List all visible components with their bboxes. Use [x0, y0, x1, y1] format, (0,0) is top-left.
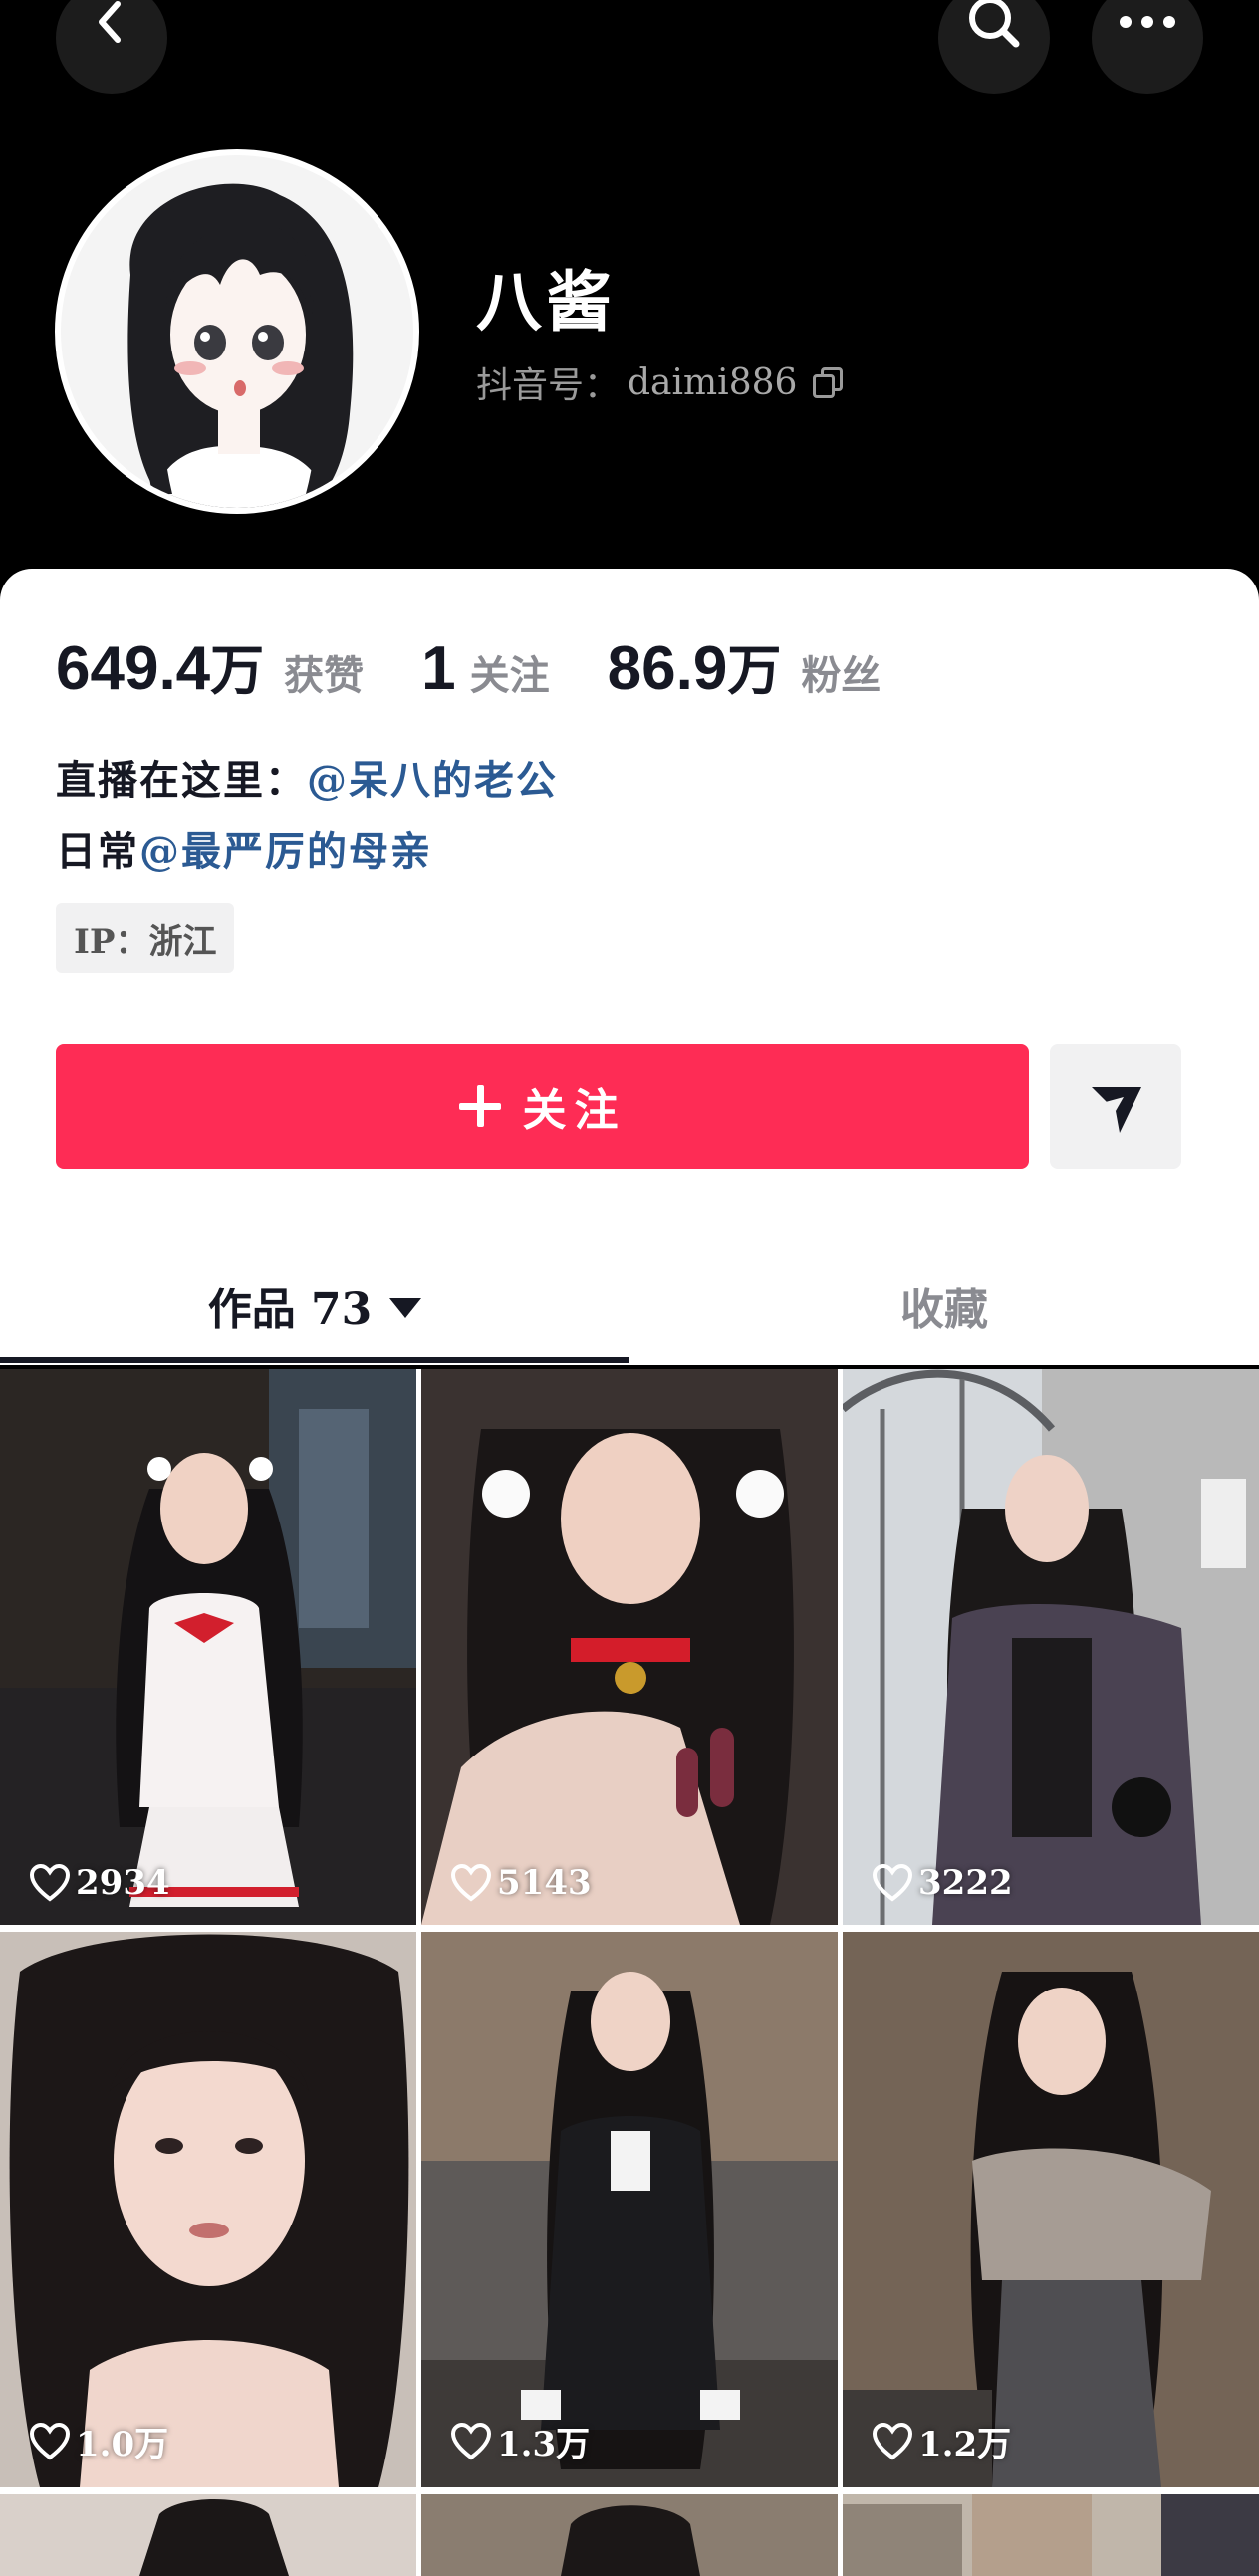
bio-mention-1[interactable]: @呆八的老公	[307, 757, 558, 804]
profile-handle: 抖音号： daimi886	[476, 356, 845, 408]
more-dots-icon	[1120, 16, 1175, 28]
search-icon	[969, 0, 1020, 48]
copy-icon[interactable]	[811, 365, 845, 399]
back-button[interactable]	[56, 0, 167, 94]
video-thumbnail[interactable]: 5143	[421, 1369, 838, 1925]
video-thumbnail[interactable]: 2934	[0, 1369, 416, 1925]
video-cover-image	[0, 1369, 416, 1925]
heart-outline-icon	[871, 2422, 914, 2461]
video-cover-image	[421, 1932, 838, 2487]
followers-count[interactable]: 86.9	[608, 633, 728, 704]
ip-location-tag: IP：浙江	[56, 903, 235, 973]
profile-card: 649.4 万 获赞 1 关注 86.9 万 粉丝 直播在这里：@呆八的老公 日…	[0, 569, 1259, 1365]
search-button[interactable]	[938, 0, 1050, 94]
avatar-illustration	[61, 155, 413, 508]
bio-line-1: 直播在这里：@呆八的老公	[56, 748, 558, 806]
likes-count: 649.4	[56, 634, 211, 703]
follow-button-label: 关注	[522, 1085, 627, 1136]
likes-unit: 万	[210, 641, 265, 701]
plus-icon	[458, 1085, 501, 1127]
more-button[interactable]	[1092, 0, 1203, 94]
video-thumbnail[interactable]: 1.2万	[843, 1932, 1259, 2487]
bio-mention-2[interactable]: @最严厉的母亲	[139, 828, 432, 875]
video-thumbnail[interactable]	[421, 2494, 838, 2576]
share-button[interactable]	[1050, 1044, 1181, 1169]
content-tabs: 作品 73 收藏	[0, 1246, 1259, 1365]
follow-button[interactable]: 关注	[56, 1044, 1029, 1169]
heart-outline-icon	[28, 2422, 72, 2461]
like-count-value: 1.2万	[918, 2425, 1012, 2464]
like-count: 1.3万	[449, 2417, 590, 2465]
video-thumbnail[interactable]	[843, 2494, 1259, 2576]
video-cover-image	[421, 2494, 838, 2576]
avatar[interactable]	[55, 149, 419, 514]
handle-value: daimi886	[628, 361, 798, 403]
bio-line-2-text: 日常	[56, 828, 139, 875]
back-chevron-icon	[99, 1, 121, 43]
video-thumbnail[interactable]: 3222	[843, 1369, 1259, 1925]
handle-label: 抖音号：	[476, 365, 621, 406]
send-share-icon	[1092, 1087, 1141, 1133]
followers-unit[interactable]: 万	[727, 626, 781, 705]
likes-label: 获赞	[284, 652, 365, 699]
video-cover-image	[843, 1369, 1259, 1925]
like-count: 5143	[449, 1863, 592, 1903]
following-count[interactable]: 1	[421, 633, 455, 704]
like-count-value: 1.3万	[497, 2425, 591, 2464]
bio-line-2: 日常@最严厉的母亲	[56, 820, 432, 877]
heart-outline-icon	[871, 1863, 914, 1903]
heart-outline-icon	[449, 2422, 493, 2461]
followers-label[interactable]: 粉丝	[801, 643, 881, 701]
like-count: 2934	[28, 1863, 170, 1903]
profile-header: 八酱 抖音号： daimi886	[0, 0, 1259, 597]
tab-works-label: 作品 73	[207, 1285, 373, 1335]
tab-active-indicator	[0, 1357, 630, 1363]
bio-line-1-text: 直播在这里：	[56, 757, 307, 804]
video-cover-image	[843, 2494, 1259, 2576]
video-thumbnail[interactable]: 1.3万	[421, 1932, 838, 2487]
like-count: 1.2万	[871, 2417, 1011, 2465]
video-cover-image	[0, 2494, 416, 2576]
like-count-value: 1.0万	[76, 2425, 169, 2464]
video-thumbnail[interactable]	[0, 2494, 416, 2576]
tab-favorites[interactable]: 收藏	[630, 1246, 1259, 1365]
like-count-value: 2934	[76, 1863, 170, 1903]
tab-works[interactable]: 作品 73	[0, 1246, 630, 1365]
caret-down-icon	[389, 1298, 422, 1318]
video-cover-image	[0, 1932, 416, 2487]
video-cover-image	[843, 1932, 1259, 2487]
like-count-value: 5143	[497, 1863, 592, 1903]
profile-name: 八酱	[476, 263, 616, 341]
like-count: 3222	[871, 1863, 1013, 1903]
heart-outline-icon	[28, 1863, 72, 1903]
like-count: 1.0万	[28, 2417, 168, 2465]
heart-outline-icon	[449, 1863, 493, 1903]
like-count-value: 3222	[918, 1863, 1013, 1903]
video-thumbnail[interactable]: 1.0万	[0, 1932, 416, 2487]
profile-stats: 649.4 万 获赞 1 关注 86.9 万 粉丝	[56, 626, 881, 705]
tab-favorites-label: 收藏	[900, 1285, 988, 1335]
following-label[interactable]: 关注	[470, 643, 550, 701]
video-cover-image	[421, 1369, 838, 1925]
video-grid: 2934 5143 3222 1.0万 1.3万 1.2万	[0, 1369, 1259, 2576]
